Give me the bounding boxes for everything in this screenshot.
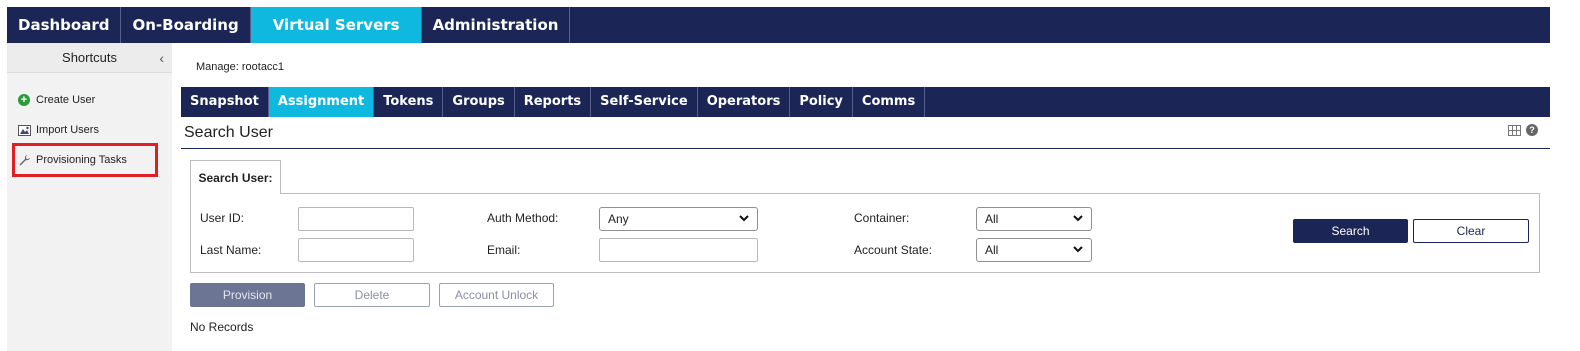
last-name-input[interactable] [298, 238, 414, 262]
user-id-label: User ID: [200, 211, 245, 225]
title-toolbar: ? [1508, 124, 1538, 136]
help-icon[interactable]: ? [1526, 124, 1538, 136]
manage-label: Manage: rootacc1 [196, 61, 285, 73]
title-divider [181, 148, 1550, 149]
email-label: Email: [487, 243, 521, 257]
nav-tab-onboarding[interactable]: On-Boarding [121, 7, 251, 43]
search-button[interactable]: Search [1293, 219, 1408, 243]
chevron-down-icon [739, 215, 749, 222]
top-nav: Dashboard On-Boarding Virtual Servers Ad… [7, 7, 1550, 43]
account-state-value: All [985, 243, 999, 257]
delete-button[interactable]: Delete [314, 283, 430, 307]
clear-button[interactable]: Clear [1413, 219, 1529, 243]
subtab-policy[interactable]: Policy [790, 87, 853, 117]
grid-icon[interactable] [1508, 124, 1521, 136]
last-name-label: Last Name: [200, 243, 262, 257]
container-value: All [985, 212, 999, 226]
account-unlock-button[interactable]: Account Unlock [439, 283, 554, 307]
shortcut-import-users[interactable]: Import Users [17, 122, 99, 138]
shortcut-label: Create User [36, 94, 96, 106]
nav-tab-administration[interactable]: Administration [422, 7, 571, 43]
collapse-sidebar-icon[interactable]: ‹ [159, 43, 164, 73]
search-user-tab[interactable]: Search User: [190, 160, 281, 194]
account-state-label: Account State: [854, 243, 933, 257]
auth-method-value: Any [608, 212, 629, 226]
chevron-down-icon [1073, 246, 1083, 253]
shortcut-create-user[interactable]: + Create User [17, 92, 95, 108]
shortcut-label: Import Users [36, 124, 99, 136]
subtab-snapshot[interactable]: Snapshot [181, 87, 269, 117]
auth-method-select[interactable]: Any [599, 207, 758, 231]
container-label: Container: [854, 211, 910, 225]
subtab-assignment[interactable]: Assignment [268, 87, 375, 117]
chevron-down-icon [1073, 215, 1083, 222]
no-records-text: No Records [190, 320, 254, 334]
page-title: Search User [184, 124, 273, 141]
container-select[interactable]: All [976, 207, 1092, 231]
email-input[interactable] [599, 238, 758, 262]
subtab-groups[interactable]: Groups [443, 87, 515, 117]
plus-circle-icon: + [17, 93, 31, 107]
shortcuts-title: Shortcuts [62, 50, 117, 65]
import-users-icon [17, 123, 31, 137]
account-state-select[interactable]: All [976, 238, 1092, 262]
subtab-reports[interactable]: Reports [515, 87, 592, 117]
subtab-tokens[interactable]: Tokens [374, 87, 444, 117]
provisioning-tasks-highlight [12, 143, 158, 177]
subtab-comms[interactable]: Comms [853, 87, 926, 117]
shortcuts-header: Shortcuts ‹ [7, 43, 172, 73]
subtab-operators[interactable]: Operators [698, 87, 791, 117]
shortcuts-sidebar: Shortcuts ‹ [7, 43, 172, 351]
sub-nav: Snapshot Assignment Tokens Groups Report… [181, 87, 1550, 117]
nav-tab-virtual-servers[interactable]: Virtual Servers [250, 7, 422, 43]
subtab-self-service[interactable]: Self-Service [591, 87, 698, 117]
nav-tab-dashboard[interactable]: Dashboard [7, 7, 122, 43]
user-id-input[interactable] [298, 207, 414, 231]
auth-method-label: Auth Method: [487, 211, 559, 225]
provision-button[interactable]: Provision [190, 283, 305, 307]
